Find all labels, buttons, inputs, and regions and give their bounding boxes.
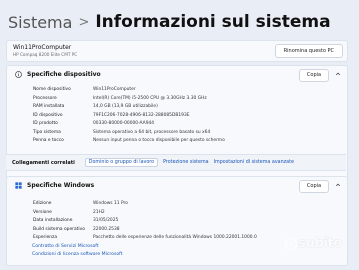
spec-value: Win11ProComputer: [93, 87, 136, 92]
subito-logo-icon: [284, 237, 298, 250]
spec-value: 31/05/2025: [93, 218, 119, 224]
spec-label: Esperienza: [33, 235, 58, 241]
spec-value: 21H2: [93, 209, 105, 215]
windows-logo-icon: [15, 182, 22, 189]
spec-row: Nome dispositivo Win11ProComputer: [33, 87, 341, 96]
spec-label: RAM installata: [33, 104, 65, 109]
device-name: Win11ProComputer: [13, 44, 72, 51]
spec-value: Pacchetto delle esperienze delle funzion…: [93, 235, 257, 241]
spec-row: RAM installata 14,0 GB (13,9 GB utilizzab…: [33, 104, 341, 113]
settings-page: Sistema > Informazioni sul sistema Win11…: [0, 0, 359, 270]
microsoft-software-license-link[interactable]: Condizioni di licenza software Microsoft: [32, 252, 123, 260]
spec-label: Edizione: [33, 201, 52, 206]
copy-device-specs-button[interactable]: Copia: [299, 69, 329, 82]
windows-specs-header[interactable]: Specifiche Windows Copia: [7, 177, 347, 195]
spec-row: Tipo sistema Sistema operativo a 64 bit, …: [33, 130, 341, 139]
spec-label: ID dispositivo: [33, 112, 63, 118]
spec-row: Versione 21H2: [33, 210, 341, 219]
domain-workgroup-link[interactable]: Dominio o gruppo di lavoro: [84, 158, 159, 167]
rename-pc-button[interactable]: Rinomina questo PC: [274, 44, 343, 58]
spec-value: 22000.2538: [93, 226, 120, 232]
device-name-card: Win11ProComputer HP Compaq 8200 Elite CM…: [6, 40, 348, 62]
spec-label: Build sistema operativo: [33, 226, 85, 232]
chevron-up-icon[interactable]: [335, 182, 341, 188]
microsoft-services-agreement-link[interactable]: Contratto di Servizi Microsoft: [32, 244, 123, 252]
spec-label: ID prodotto: [33, 121, 58, 126]
system-protection-link[interactable]: Protezione sistema: [163, 160, 209, 165]
spec-value: Windows 11 Pro: [93, 201, 128, 206]
spec-value: Sistema operativo a 64 bit, processore b…: [93, 129, 211, 135]
device-model: HP Compaq 8200 Elite CMT PC: [13, 52, 78, 57]
spec-label: Versione: [33, 209, 52, 215]
spec-value: Nessun input penna o tocco disponibile p…: [93, 138, 225, 143]
spec-label: Processore: [33, 95, 57, 101]
info-icon: [15, 71, 22, 78]
breadcrumb: Sistema > Informazioni sul sistema: [8, 10, 331, 34]
device-specs-header[interactable]: Specifiche dispositivo Copia: [7, 66, 347, 84]
spec-value: Intel(R) Core(TM) i5-2500 CPU @ 3.30GHz …: [93, 95, 207, 101]
spec-row: Penna e tocco Nessun input penna o tocco …: [33, 138, 341, 147]
spec-label: Penna e tocco: [33, 138, 64, 143]
related-links-label: Collegamenti correlati: [12, 159, 75, 166]
license-links: Contratto di Servizi Microsoft Condizion…: [32, 244, 123, 260]
copy-windows-specs-button[interactable]: Copia: [299, 180, 329, 193]
spec-row: Processore Intel(R) Core(TM) i5-2500 CPU …: [33, 96, 341, 105]
spec-label: Tipo sistema: [33, 129, 61, 135]
spec-value: 14,0 GB (13,9 GB utilizzabile): [93, 104, 158, 109]
device-specs-rows: Nome dispositivo Win11ProComputer Process…: [33, 87, 341, 147]
subito-watermark: subito: [284, 236, 342, 251]
advanced-system-settings-link[interactable]: Impostazioni di sistema avanzate: [214, 160, 294, 165]
windows-specs-title: Specifiche Windows: [27, 182, 95, 189]
spec-row: Edizione Windows 11 Pro: [33, 201, 341, 210]
page-title: Informazioni sul sistema: [95, 12, 331, 32]
breadcrumb-separator: >: [78, 14, 90, 30]
spec-row: ID dispositivo 79F1C206-7028-4906-8132-28…: [33, 113, 341, 122]
spec-row: ID prodotto 00330-80000-00000-AA944: [33, 121, 341, 130]
related-links-bar: Collegamenti correlati Dominio o gruppo …: [6, 154, 346, 171]
spec-label: Data installazione: [33, 218, 73, 224]
spec-label: Nome dispositivo: [33, 87, 71, 92]
breadcrumb-sistema[interactable]: Sistema: [8, 13, 72, 32]
chevron-up-icon[interactable]: [335, 71, 341, 77]
spec-value: 00330-80000-00000-AA944: [93, 121, 155, 126]
spec-value: 79F1C206-7028-4906-8132-288085DB193E: [93, 112, 190, 118]
spec-row: Data installazione 31/05/2025: [33, 218, 341, 227]
device-specs-title: Specifiche dispositivo: [27, 71, 101, 78]
watermark-text: subito: [298, 236, 343, 251]
